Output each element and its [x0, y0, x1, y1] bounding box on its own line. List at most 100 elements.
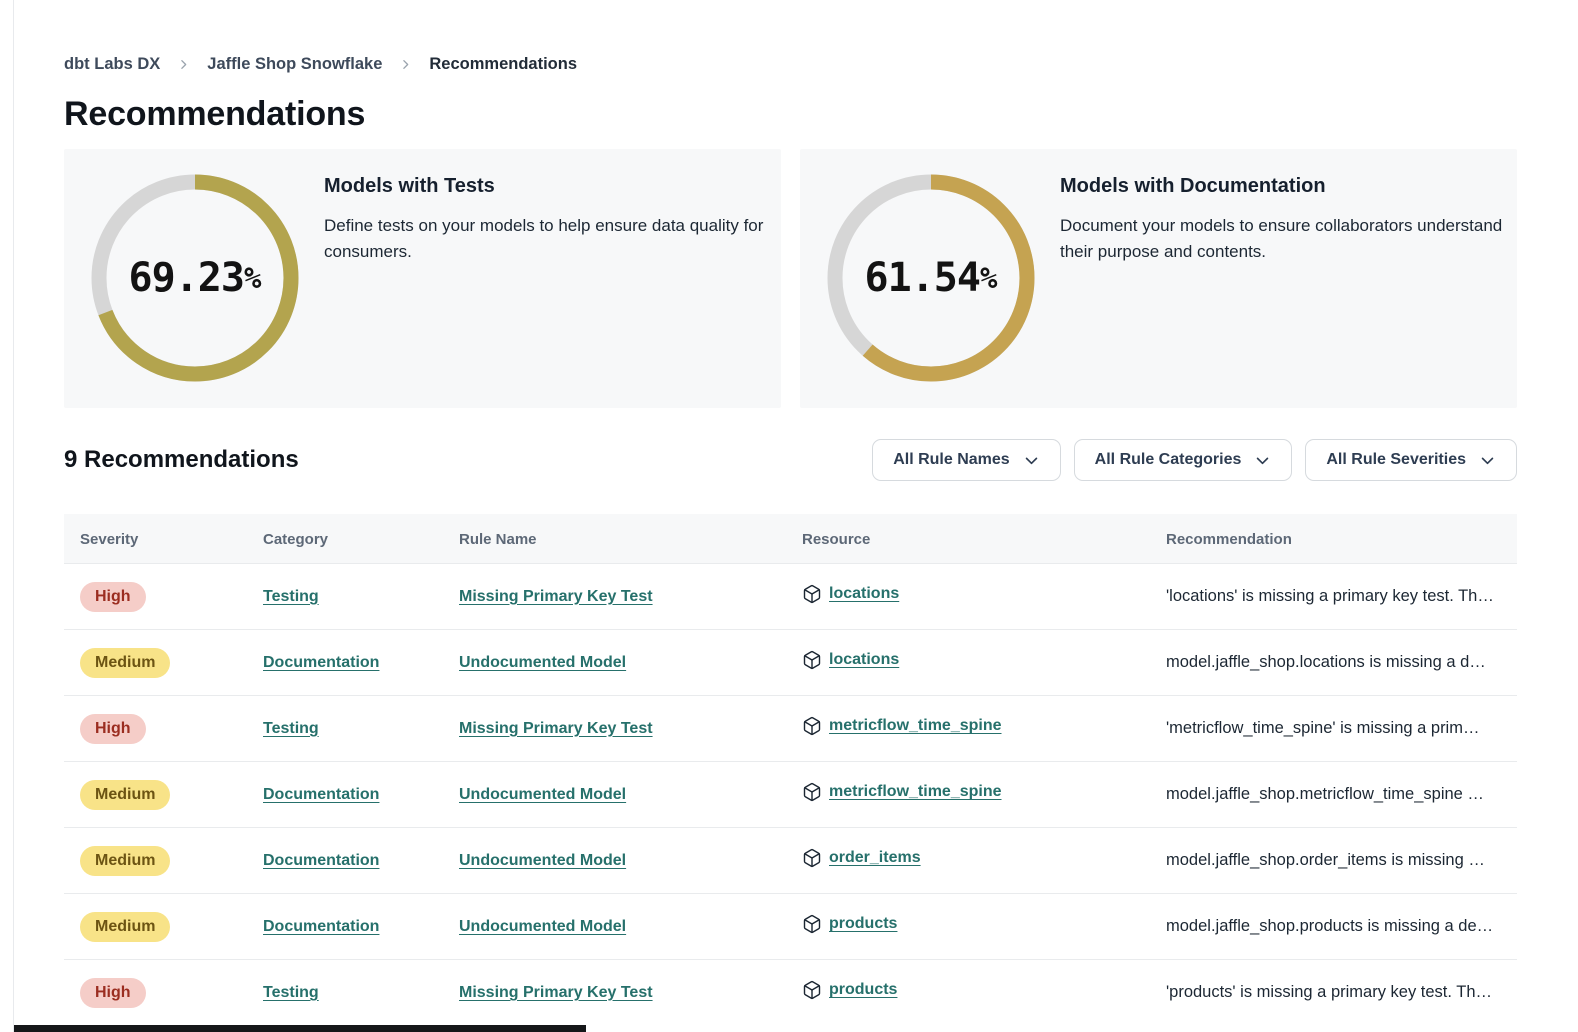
metric-cards: 69.23% Models with Tests Define tests on…: [64, 149, 1517, 408]
metric-percent-value: 69.23: [129, 255, 244, 301]
table-row: High Testing Missing Primary Key Test me…: [64, 696, 1517, 762]
resource-cell: locations: [802, 650, 899, 670]
resource-cell: locations: [802, 584, 899, 604]
model-cube-icon: [802, 782, 822, 802]
resource-link[interactable]: products: [829, 981, 897, 999]
category-link[interactable]: Documentation: [263, 852, 379, 869]
recommendation-text: model.jaffle_shop.metricflow_time_spine …: [1166, 785, 1484, 803]
resource-cell: metricflow_time_spine: [802, 716, 1002, 736]
table-row: High Testing Missing Primary Key Test pr…: [64, 960, 1517, 1026]
metric-card: 69.23% Models with Tests Define tests on…: [64, 149, 781, 408]
column-header-severity: Severity: [64, 514, 247, 564]
severity-badge: Medium: [80, 780, 170, 810]
recommendation-text: model.jaffle_shop.products is missing a …: [1166, 917, 1493, 935]
model-cube-icon: [802, 650, 822, 670]
recommendation-text: 'metricflow_time_spine' is missing a pri…: [1166, 719, 1479, 737]
severity-badge: High: [80, 714, 146, 744]
rule-name-link[interactable]: Missing Primary Key Test: [459, 720, 653, 737]
table-row: Medium Documentation Undocumented Model …: [64, 828, 1517, 894]
rule-name-link[interactable]: Undocumented Model: [459, 654, 626, 671]
category-link[interactable]: Documentation: [263, 918, 379, 935]
page-title: Recommendations: [64, 95, 1517, 134]
resource-cell: products: [802, 980, 897, 1000]
recommendation-text: model.jaffle_shop.locations is missing a…: [1166, 653, 1486, 671]
breadcrumb-crumb: dbt Labs DX: [64, 55, 160, 74]
column-header-recommendation: Recommendation: [1150, 514, 1517, 564]
filters: All Rule Names All Rule Categories All R…: [872, 439, 1517, 481]
metric-description: Define tests on your models to help ensu…: [324, 213, 781, 266]
model-cube-icon: [802, 716, 822, 736]
resource-cell: order_items: [802, 848, 921, 868]
resource-cell: metricflow_time_spine: [802, 782, 1002, 802]
breadcrumb-crumb: Jaffle Shop Snowflake: [177, 55, 382, 74]
table-header-row: Severity Category Rule Name Resource Rec…: [64, 514, 1517, 564]
metric-card: 61.54% Models with Documentation Documen…: [800, 149, 1517, 408]
metric-donut: 69.23%: [85, 168, 305, 388]
chevron-down-icon: [1479, 452, 1496, 469]
rule-name-link[interactable]: Undocumented Model: [459, 786, 626, 803]
metric-percent-sign: %: [244, 261, 261, 295]
severity-badge: High: [80, 582, 146, 612]
metric-card-text: Models with Tests Define tests on your m…: [324, 149, 781, 266]
filter-dropdown-label: All Rule Categories: [1095, 451, 1242, 469]
table-row: High Testing Missing Primary Key Test lo…: [64, 564, 1517, 630]
resource-cell: products: [802, 914, 897, 934]
category-link[interactable]: Testing: [263, 588, 319, 605]
column-header-category: Category: [247, 514, 443, 564]
resource-link[interactable]: locations: [829, 585, 899, 603]
column-header-resource: Resource: [786, 514, 1150, 564]
table-row: Medium Documentation Undocumented Model …: [64, 630, 1517, 696]
chevron-right-icon: [399, 58, 412, 71]
main-content: dbt Labs DX Jaffle Shop Snowflake Recomm…: [0, 0, 1578, 1026]
resource-link[interactable]: order_items: [829, 849, 921, 867]
breadcrumb-crumb: Recommendations: [399, 55, 577, 74]
filter-dropdown-label: All Rule Severities: [1326, 451, 1466, 469]
metric-donut: 61.54%: [821, 168, 1041, 388]
model-cube-icon: [802, 914, 822, 934]
severity-badge: Medium: [80, 846, 170, 876]
metric-percent-value: 61.54: [865, 255, 980, 301]
metric-percent-sign: %: [980, 261, 997, 295]
chevron-right-icon: [177, 58, 190, 71]
resource-link[interactable]: metricflow_time_spine: [829, 783, 1002, 801]
metric-card-text: Models with Documentation Document your …: [1060, 149, 1517, 266]
resource-link[interactable]: metricflow_time_spine: [829, 717, 1002, 735]
resource-link[interactable]: products: [829, 915, 897, 933]
sidebar-edge-divider: [13, 0, 14, 1032]
metric-title: Models with Documentation: [1060, 175, 1517, 198]
chevron-down-icon: [1254, 452, 1271, 469]
rule-name-link[interactable]: Missing Primary Key Test: [459, 588, 653, 605]
breadcrumb: dbt Labs DX Jaffle Shop Snowflake Recomm…: [64, 55, 1517, 74]
rule-name-link[interactable]: Undocumented Model: [459, 918, 626, 935]
rule-name-link[interactable]: Undocumented Model: [459, 852, 626, 869]
metric-description: Document your models to ensure collabora…: [1060, 213, 1517, 266]
category-link[interactable]: Documentation: [263, 786, 379, 803]
breadcrumb-item[interactable]: dbt Labs DX: [64, 55, 160, 74]
severity-badge: High: [80, 978, 146, 1008]
table-row: Medium Documentation Undocumented Model …: [64, 894, 1517, 960]
filter-dropdown[interactable]: All Rule Categories: [1074, 439, 1293, 481]
category-link[interactable]: Testing: [263, 984, 319, 1001]
metric-title: Models with Tests: [324, 175, 781, 198]
recommendation-text: 'locations' is missing a primary key tes…: [1166, 587, 1494, 605]
filter-dropdown[interactable]: All Rule Severities: [1305, 439, 1517, 481]
recommendation-text: model.jaffle_shop.order_items is missing…: [1166, 851, 1485, 869]
resource-link[interactable]: locations: [829, 651, 899, 669]
column-header-rule-name: Rule Name: [443, 514, 786, 564]
filter-dropdown[interactable]: All Rule Names: [872, 439, 1060, 481]
rule-name-link[interactable]: Missing Primary Key Test: [459, 984, 653, 1001]
recommendations-table: Severity Category Rule Name Resource Rec…: [64, 514, 1517, 1026]
breadcrumb-item[interactable]: Recommendations: [429, 55, 577, 74]
category-link[interactable]: Testing: [263, 720, 319, 737]
category-link[interactable]: Documentation: [263, 654, 379, 671]
severity-badge: Medium: [80, 648, 170, 678]
table-row: Medium Documentation Undocumented Model …: [64, 762, 1517, 828]
filter-dropdown-label: All Rule Names: [893, 451, 1009, 469]
metric-percent: 61.54%: [821, 168, 1041, 388]
recommendation-text: 'products' is missing a primary key test…: [1166, 983, 1492, 1001]
severity-badge: Medium: [80, 912, 170, 942]
breadcrumb-item[interactable]: Jaffle Shop Snowflake: [207, 55, 382, 74]
metric-percent: 69.23%: [85, 168, 305, 388]
bottom-partial-element: [14, 1025, 586, 1032]
list-header: 9 Recommendations All Rule Names All Rul…: [64, 439, 1517, 481]
